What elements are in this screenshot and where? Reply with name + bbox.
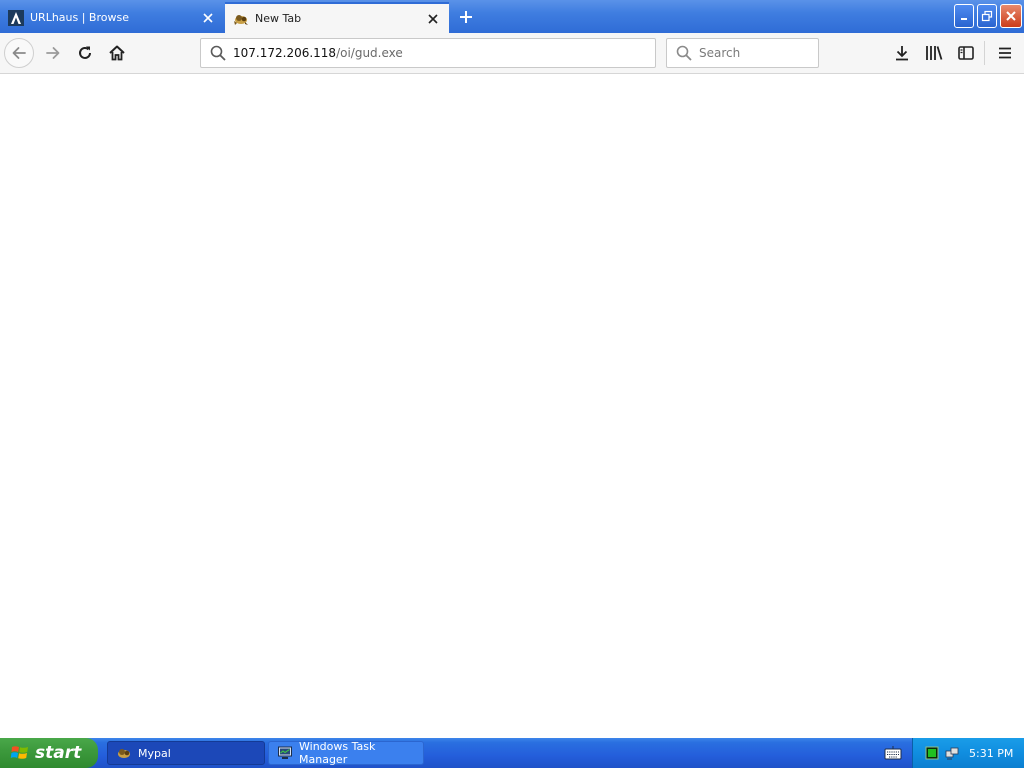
home-icon	[109, 45, 125, 61]
tab-urlhaus[interactable]: URLhaus | Browse	[0, 2, 224, 33]
downloads-button[interactable]	[890, 41, 914, 65]
url-host: 107.172.206.118	[233, 46, 337, 60]
sidebar-icon	[958, 46, 974, 60]
search-icon	[676, 45, 692, 61]
task-manager-icon	[278, 746, 292, 759]
back-button[interactable]	[4, 38, 34, 68]
downloads-icon	[896, 46, 908, 61]
close-window-button[interactable]	[1000, 4, 1022, 28]
reload-button[interactable]	[70, 38, 100, 68]
taskbar-item-label: Windows Task Manager	[299, 740, 376, 766]
mypal-icon	[234, 14, 248, 25]
minimize-icon	[961, 18, 967, 20]
reload-icon	[79, 46, 91, 59]
plus-icon	[460, 11, 472, 23]
toolbar-separator	[984, 41, 985, 65]
taskbar-item-mypal[interactable]: Mypal	[107, 741, 265, 765]
new-tab-button[interactable]	[454, 6, 478, 28]
taskbar: start Mypal Windows Task Manager 5:31 PM	[0, 738, 1024, 768]
page-content[interactable]	[0, 74, 1024, 738]
task-manager-tray-icon[interactable]	[925, 746, 939, 760]
tab-new-tab[interactable]: New Tab	[225, 2, 449, 33]
start-button[interactable]: start	[0, 738, 98, 768]
keyboard-icon[interactable]	[884, 745, 902, 761]
urlhaus-icon	[8, 9, 24, 26]
forward-button[interactable]	[38, 38, 68, 68]
minimize-button[interactable]	[954, 4, 974, 28]
system-tray: 5:31 PM	[912, 738, 1024, 768]
start-label: start	[35, 743, 82, 763]
tab-strip: URLhaus | Browse New Tab	[0, 0, 1024, 33]
search-icon	[210, 45, 226, 61]
url-text[interactable]: 107.172.206.118/oi/gud.exe	[233, 46, 403, 60]
taskbar-item-label: Mypal	[138, 746, 171, 760]
library-icon	[926, 46, 943, 60]
restore-button[interactable]	[977, 4, 997, 28]
tab-title: URLhaus | Browse	[30, 11, 129, 24]
navigation-toolbar: 107.172.206.118/oi/gud.exe	[0, 33, 1024, 74]
sidebar-button[interactable]	[954, 41, 978, 65]
library-button[interactable]	[922, 41, 946, 65]
network-icon[interactable]	[945, 746, 959, 760]
close-icon	[1006, 11, 1016, 21]
home-button[interactable]	[102, 38, 132, 68]
search-input[interactable]	[699, 46, 809, 60]
tab-title: New Tab	[255, 12, 302, 25]
url-bar[interactable]: 107.172.206.118/oi/gud.exe	[200, 38, 656, 68]
taskbar-item-task-manager[interactable]: Windows Task Manager	[268, 740, 424, 766]
url-path: /oi/gud.exe	[336, 46, 403, 60]
windows-logo-icon	[10, 746, 28, 759]
back-icon	[12, 47, 26, 59]
clock[interactable]: 5:31 PM	[969, 747, 1013, 760]
restore-icon	[981, 10, 993, 22]
forward-icon	[46, 47, 60, 59]
mypal-icon	[118, 749, 130, 758]
search-box[interactable]	[666, 38, 819, 68]
close-tab-icon[interactable]	[425, 11, 441, 27]
close-tab-icon[interactable]	[200, 10, 216, 26]
menu-icon	[999, 47, 1011, 59]
menu-button[interactable]	[993, 41, 1017, 65]
